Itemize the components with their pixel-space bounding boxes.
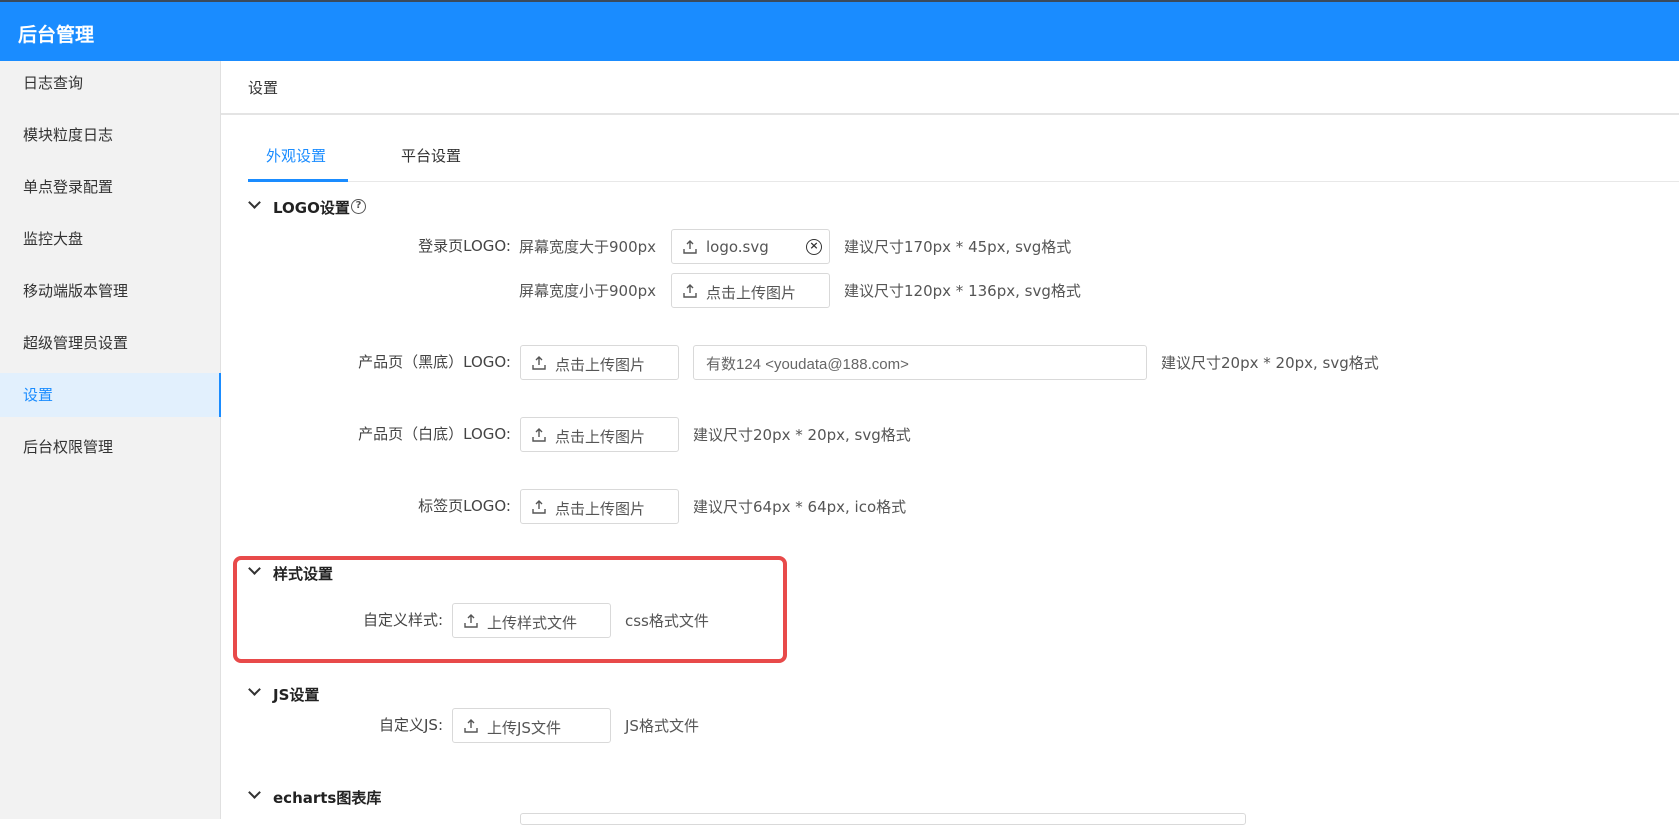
logo-section-title: LOGO设置 [273, 199, 350, 217]
sidebar-item-mobile-version[interactable]: 移动端版本管理 [0, 269, 221, 313]
sidebar-item-module-log[interactable]: 模块粒度日志 [0, 113, 221, 157]
app-title: 后台管理 [18, 24, 95, 46]
upload-icon [532, 428, 546, 442]
main-content: 设置 外观设置 平台设置 LOGO设置 ? 登录页LOGO: 屏幕宽度大于900… [221, 61, 1679, 825]
sidebar-item-sso-config[interactable]: 单点登录配置 [0, 165, 221, 209]
highlight-annotation [233, 556, 787, 663]
custom-js-upload[interactable]: 上传JS文件 [452, 708, 611, 743]
sidebar: 日志查询 模块粒度日志 单点登录配置 监控大盘 移动端版本管理 超级管理员设置 … [0, 61, 221, 819]
page-title: 设置 [248, 79, 279, 97]
product-light-logo-hint: 建议尺寸20px * 20px, svg格式 [693, 426, 911, 444]
login-logo-label: 登录页LOGO: [418, 237, 511, 255]
active-tab-indicator [248, 179, 348, 182]
tab-appearance[interactable]: 外观设置 [266, 145, 326, 166]
narrow-screen-label: 屏幕宽度小于900px [519, 282, 657, 300]
custom-js-label: 自定义JS: [379, 716, 443, 734]
chevron-down-icon[interactable] [248, 196, 261, 209]
sidebar-item-settings[interactable]: 设置 [0, 373, 221, 417]
sidebar-item-permissions[interactable]: 后台权限管理 [0, 425, 221, 469]
chevron-down-icon[interactable] [248, 786, 261, 799]
upload-button-label: 点击上传图片 [555, 356, 646, 374]
page-header: 设置 [221, 61, 1679, 115]
tab-logo-upload[interactable]: 点击上传图片 [520, 489, 679, 524]
login-logo-narrow-upload[interactable]: 点击上传图片 [671, 273, 830, 308]
upload-icon [532, 500, 546, 514]
product-light-logo-label: 产品页（白底）LOGO: [358, 425, 511, 443]
upload-button-label: 点击上传图片 [555, 500, 646, 518]
tab-logo-hint: 建议尺寸64px * 64px, ico格式 [693, 498, 907, 516]
upload-button-label: 点击上传图片 [706, 284, 797, 302]
sidebar-item-super-admin[interactable]: 超级管理员设置 [0, 321, 221, 365]
upload-icon [683, 240, 697, 254]
chevron-down-icon[interactable] [248, 683, 261, 696]
upload-icon [532, 356, 546, 370]
top-bar: 后台管理 [0, 0, 1679, 61]
wide-screen-label: 屏幕宽度大于900px [519, 238, 657, 256]
product-dark-logo-hint: 建议尺寸20px * 20px, svg格式 [1161, 354, 1379, 372]
product-light-logo-upload[interactable]: 点击上传图片 [520, 417, 679, 452]
login-logo-narrow-hint: 建议尺寸120px * 136px, svg格式 [844, 282, 1081, 300]
echarts-input[interactable] [520, 813, 1246, 825]
uploaded-file-name: logo.svg [706, 238, 769, 256]
product-dark-logo-label: 产品页（黑底）LOGO: [358, 353, 511, 371]
tab-divider [248, 181, 1679, 182]
sidebar-item-monitor-dashboard[interactable]: 监控大盘 [0, 217, 221, 261]
tab-logo-label: 标签页LOGO: [418, 497, 511, 515]
question-circle-icon[interactable]: ? [351, 199, 366, 214]
js-section-title: JS设置 [273, 686, 320, 704]
upload-button-label: 上传JS文件 [487, 719, 561, 737]
product-dark-logo-input[interactable]: 有数124 <youdata@188.com> [693, 345, 1147, 380]
upload-icon [683, 284, 697, 298]
close-circle-icon[interactable]: × [806, 239, 822, 255]
tab-platform[interactable]: 平台设置 [401, 145, 461, 166]
sidebar-item-log-query[interactable]: 日志查询 [0, 61, 221, 105]
product-dark-logo-upload[interactable]: 点击上传图片 [520, 345, 679, 380]
login-logo-wide-hint: 建议尺寸170px * 45px, svg格式 [844, 238, 1072, 256]
echarts-section-title: echarts图表库 [273, 789, 382, 807]
upload-button-label: 点击上传图片 [555, 428, 646, 446]
login-logo-wide-upload[interactable]: logo.svg × [671, 229, 830, 264]
upload-icon [464, 719, 478, 733]
custom-js-hint: JS格式文件 [625, 717, 699, 735]
